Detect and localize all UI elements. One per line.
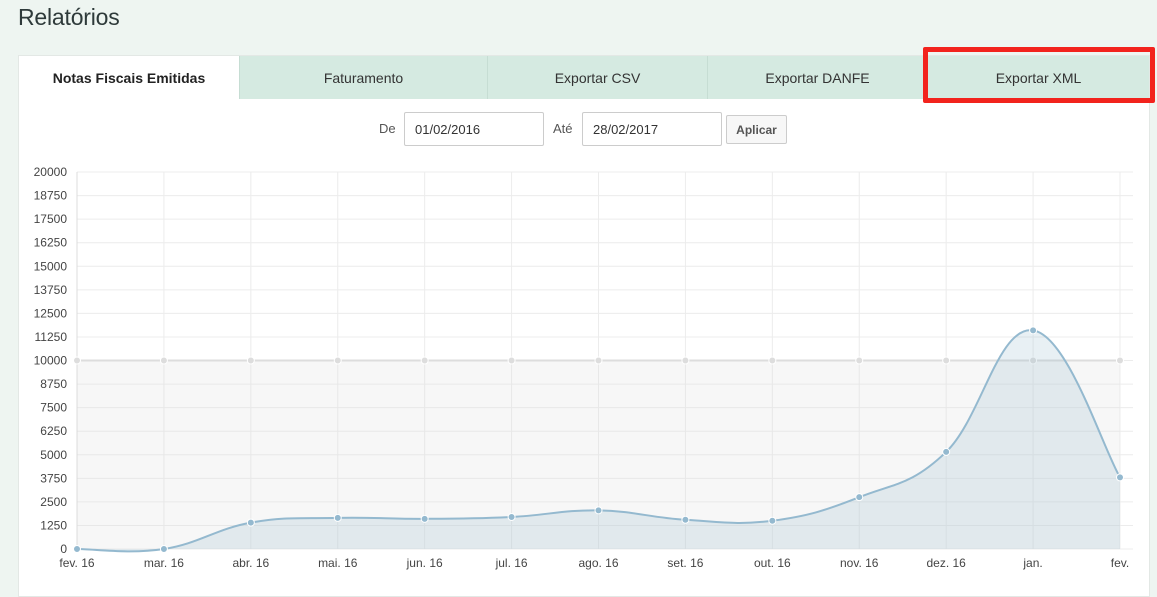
to-date-label: Até <box>553 121 573 136</box>
page-title: Relatórios <box>18 4 120 30</box>
y-tick-label: 16250 <box>34 236 68 250</box>
y-tick-label: 11250 <box>35 330 68 344</box>
series-point-1 <box>333 513 342 522</box>
y-tick-label: 8750 <box>40 377 67 391</box>
y-tick-label: 5000 <box>40 448 67 462</box>
series-point-1 <box>73 545 81 553</box>
x-tick-label: out. 16 <box>754 556 791 570</box>
x-tick-label: dez. 16 <box>926 556 966 570</box>
y-tick-label: 10000 <box>34 354 68 368</box>
tab-notas-fiscais-emitidas[interactable]: Notas Fiscais Emitidas <box>19 56 239 99</box>
x-tick-label: jan. <box>1022 556 1042 570</box>
series-point-0 <box>246 356 255 365</box>
y-tick-label: 6250 <box>40 424 67 438</box>
report-tabs: Notas Fiscais Emitidas Faturamento Expor… <box>19 56 1149 99</box>
series-point-1 <box>855 493 864 502</box>
series-point-1 <box>942 447 951 456</box>
x-tick-label: jul. 16 <box>495 556 528 570</box>
to-date-input[interactable] <box>582 112 722 146</box>
series-point-0 <box>1116 356 1124 365</box>
y-tick-label: 3750 <box>40 471 67 485</box>
y-tick-label: 0 <box>60 542 67 556</box>
series-point-0 <box>768 356 777 365</box>
tab-exportar-csv[interactable]: Exportar CSV <box>487 56 707 99</box>
series-point-1 <box>507 512 516 521</box>
from-date-label: De <box>379 121 396 136</box>
from-date-input[interactable] <box>404 112 544 146</box>
series-point-0 <box>420 356 429 365</box>
x-tick-label: fev. <box>1111 556 1129 570</box>
series-point-0 <box>855 356 864 365</box>
y-tick-label: 1250 <box>40 518 67 532</box>
series-point-1 <box>420 514 429 523</box>
series-point-1 <box>768 516 777 525</box>
series-point-0 <box>681 356 690 365</box>
tab-faturamento[interactable]: Faturamento <box>239 56 487 99</box>
y-tick-label: 17500 <box>34 212 68 226</box>
x-tick-label: set. 16 <box>667 556 703 570</box>
y-tick-label: 7500 <box>40 401 67 415</box>
y-tick-label: 15000 <box>34 259 68 273</box>
series-point-0 <box>594 356 603 365</box>
tab-exportar-danfe[interactable]: Exportar DANFE <box>707 56 927 99</box>
y-tick-label: 2500 <box>40 495 67 509</box>
x-tick-label: mai. 16 <box>318 556 358 570</box>
apply-button[interactable]: Aplicar <box>726 115 787 144</box>
date-filter: De Até Aplicar <box>0 112 1157 146</box>
y-tick-label: 18750 <box>34 189 68 203</box>
series-point-0 <box>159 356 168 365</box>
y-tick-label: 12500 <box>34 306 68 320</box>
y-tick-label: 20000 <box>34 165 68 179</box>
series-point-1 <box>1029 326 1038 335</box>
x-tick-label: mar. 16 <box>144 556 184 570</box>
series-point-1 <box>681 515 690 524</box>
series-point-1 <box>1116 473 1124 482</box>
tab-exportar-xml[interactable]: Exportar XML <box>927 56 1149 99</box>
series-point-0 <box>73 356 81 365</box>
y-tick-label: 13750 <box>34 283 68 297</box>
series-point-0 <box>333 356 342 365</box>
x-tick-label: abr. 16 <box>232 556 269 570</box>
series-point-1 <box>246 518 255 527</box>
series-point-0 <box>507 356 516 365</box>
series-point-1 <box>594 506 603 515</box>
x-tick-label: ago. 16 <box>578 556 618 570</box>
emitted-invoices-chart: 0 1250 2500 3750 5000 6250 7500 8750 10000 11250 1… <box>34 165 1133 570</box>
series-point-1 <box>159 545 168 553</box>
series-point-0 <box>942 356 951 365</box>
x-tick-label: nov. 16 <box>840 556 879 570</box>
x-tick-label: fev. 16 <box>59 556 94 570</box>
x-tick-label: jun. 16 <box>406 556 443 570</box>
